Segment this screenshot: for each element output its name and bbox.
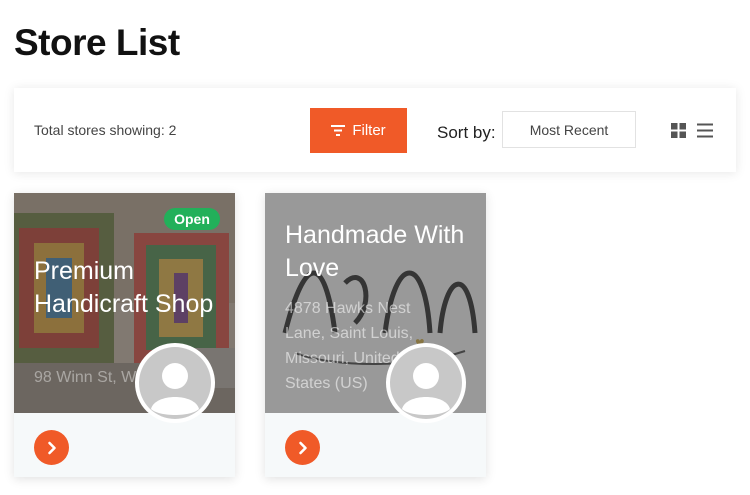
card-footer <box>14 413 235 477</box>
total-stores-text: Total stores showing: 2 <box>34 122 177 138</box>
store-toolbar: Total stores showing: 2 Filter Sort by: … <box>14 88 736 172</box>
filter-icon <box>331 125 346 136</box>
user-avatar-icon <box>390 347 462 419</box>
store-card: ♥ Handmade With Love 4878 Hawks Nest Lan… <box>265 193 486 477</box>
store-name[interactable]: Handmade With Love <box>285 219 475 285</box>
card-footer <box>265 413 486 477</box>
sort-select[interactable]: Most Recent <box>502 111 636 148</box>
filter-button[interactable]: Filter <box>310 108 407 153</box>
store-avatar <box>386 343 466 423</box>
visit-store-button[interactable] <box>285 430 320 465</box>
store-card: Open Premium Handicraft Shop 98 Winn St,… <box>14 193 235 477</box>
user-avatar-icon <box>139 347 211 419</box>
sort-select-value: Most Recent <box>529 121 609 138</box>
page-title: Store List <box>14 22 180 63</box>
grid-view-icon[interactable] <box>671 123 686 138</box>
filter-button-label: Filter <box>352 122 386 139</box>
chevron-right-icon <box>47 441 56 454</box>
visit-store-button[interactable] <box>34 430 69 465</box>
sort-by-label: Sort by: <box>437 123 496 142</box>
store-avatar <box>135 343 215 423</box>
store-name[interactable]: Premium Handicraft Shop <box>34 255 224 321</box>
status-badge: Open <box>164 208 220 230</box>
list-view-icon[interactable] <box>697 123 713 138</box>
chevron-right-icon <box>298 441 307 454</box>
